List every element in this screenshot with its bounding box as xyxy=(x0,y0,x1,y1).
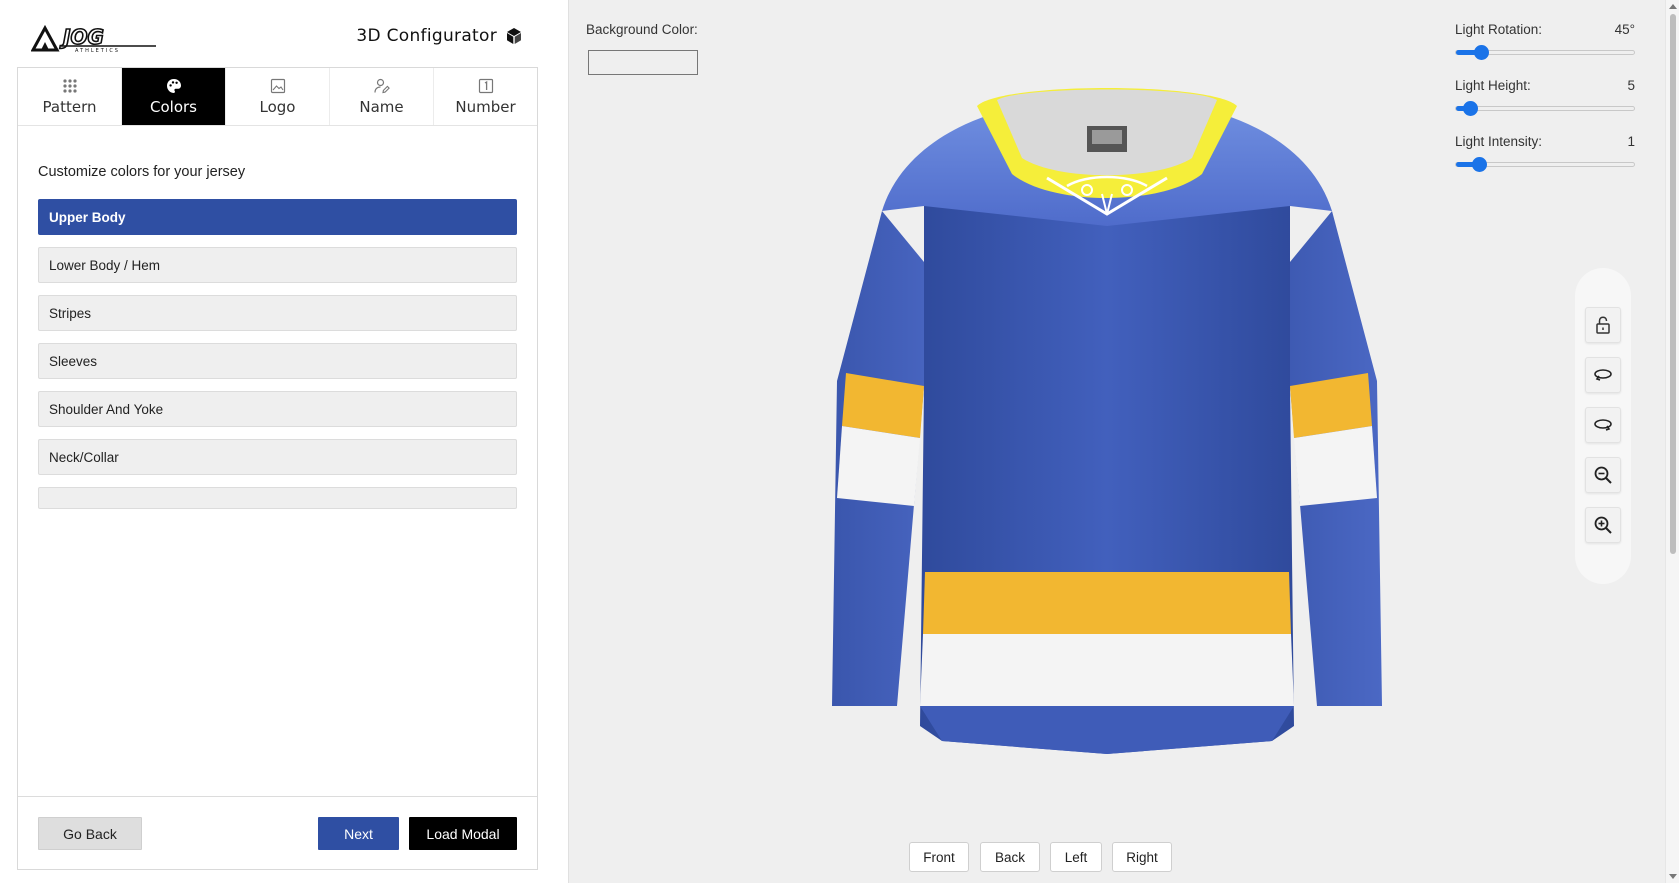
background-color-picker[interactable] xyxy=(588,50,698,75)
light-rotation-value: 45° xyxy=(1614,22,1635,37)
scroll-thumb[interactable] xyxy=(1670,14,1676,554)
jersey-3d-model[interactable] xyxy=(802,86,1412,826)
scroll-down-icon[interactable] xyxy=(1669,874,1677,879)
grid-dots-icon xyxy=(62,78,77,93)
left-panel: JOG ATHLETICS 3D Configurator Pattern Co… xyxy=(0,0,568,883)
zoom-out-button[interactable] xyxy=(1585,457,1621,493)
configurator-title: 3D Configurator xyxy=(356,26,523,46)
background-color-label: Background Color: xyxy=(586,22,698,37)
scroll-up-icon[interactable] xyxy=(1669,4,1677,9)
next-button[interactable]: Next xyxy=(318,817,399,850)
light-rotation-thumb[interactable] xyxy=(1473,45,1489,60)
light-height-thumb[interactable] xyxy=(1463,101,1479,116)
tab-colors-label: Colors xyxy=(150,97,197,116)
light-height-value: 5 xyxy=(1627,78,1635,93)
view-front-button[interactable]: Front xyxy=(909,842,969,872)
zoom-in-icon xyxy=(1594,516,1612,534)
tab-name[interactable]: Name xyxy=(330,68,434,125)
part-shoulder-and-yoke[interactable]: Shoulder And Yoke xyxy=(38,391,517,427)
jog-athletics-logo: JOG ATHLETICS xyxy=(31,24,156,54)
light-rotation-label: Light Rotation: xyxy=(1455,22,1543,37)
light-rotation-label-row: Light Rotation: 45° xyxy=(1455,22,1635,37)
light-height-label: Light Height: xyxy=(1455,78,1531,93)
colors-heading: Customize colors for your jersey xyxy=(38,164,246,180)
lock-toggle-button[interactable] xyxy=(1585,307,1621,343)
footer-divider xyxy=(18,796,537,797)
person-pen-icon xyxy=(373,78,390,93)
view-right-button[interactable]: Right xyxy=(1112,842,1172,872)
tab-colors[interactable]: Colors xyxy=(122,68,226,125)
light-intensity-slider[interactable] xyxy=(1455,157,1635,172)
zoom-out-icon xyxy=(1594,466,1612,484)
light-intensity-value: 1 xyxy=(1627,134,1635,149)
light-intensity-thumb[interactable] xyxy=(1472,157,1488,172)
light-intensity-label: Light Intensity: xyxy=(1455,134,1543,149)
customization-panel: Pattern Colors Logo Name Number Customiz… xyxy=(17,67,538,870)
light-intensity-label-row: Light Intensity: 1 xyxy=(1455,134,1635,149)
view-buttons: Front Back Left Right xyxy=(569,842,1666,872)
jersey-part-list: Upper Body Lower Body / Hem Stripes Slee… xyxy=(38,199,517,521)
tab-logo[interactable]: Logo xyxy=(226,68,330,125)
svg-text:ATHLETICS: ATHLETICS xyxy=(75,48,120,54)
light-rotation-slider[interactable] xyxy=(1455,45,1635,60)
part-upper-body[interactable]: Upper Body xyxy=(38,199,517,235)
cube-icon xyxy=(507,28,521,44)
tab-pattern[interactable]: Pattern xyxy=(18,68,122,125)
tab-pattern-label: Pattern xyxy=(42,97,97,116)
view-back-button[interactable]: Back xyxy=(980,842,1040,872)
light-height-label-row: Light Height: 5 xyxy=(1455,78,1635,93)
light-height-slider[interactable] xyxy=(1455,101,1635,116)
view-left-button[interactable]: Left xyxy=(1050,842,1102,872)
brand-row: JOG ATHLETICS 3D Configurator xyxy=(0,0,568,66)
unlock-icon xyxy=(1596,316,1610,334)
part-neck-collar[interactable]: Neck/Collar xyxy=(38,439,517,475)
tab-number-label: Number xyxy=(455,97,516,116)
palette-icon xyxy=(166,78,181,93)
light-intensity-control: Light Intensity: 1 xyxy=(1455,134,1635,172)
tab-name-label: Name xyxy=(359,97,404,116)
tab-logo-label: Logo xyxy=(259,97,296,116)
go-back-button[interactable]: Go Back xyxy=(38,817,142,850)
rotate-left-icon xyxy=(1594,369,1612,381)
light-rotation-control: Light Rotation: 45° xyxy=(1455,22,1635,60)
zoom-in-button[interactable] xyxy=(1585,507,1621,543)
load-modal-button[interactable]: Load Modal xyxy=(409,817,517,850)
rotate-left-button[interactable] xyxy=(1585,357,1621,393)
jersey-torso xyxy=(920,206,1294,754)
part-lower-body-hem[interactable]: Lower Body / Hem xyxy=(38,247,517,283)
number-box-icon xyxy=(478,78,493,93)
image-icon xyxy=(270,78,285,93)
3d-viewport[interactable]: Background Color: Light Rotation: 45° Li… xyxy=(568,0,1665,883)
light-height-control: Light Height: 5 xyxy=(1455,78,1635,116)
rotate-right-icon xyxy=(1594,419,1612,431)
configurator-title-text: 3D Configurator xyxy=(356,26,497,46)
part-stripes[interactable]: Stripes xyxy=(38,295,517,331)
rotate-right-button[interactable] xyxy=(1585,407,1621,443)
tab-bar: Pattern Colors Logo Name Number xyxy=(18,68,537,126)
tab-number[interactable]: Number xyxy=(434,68,537,125)
part-sleeves[interactable]: Sleeves xyxy=(38,343,517,379)
view-toolbar xyxy=(1575,268,1631,584)
page-scrollbar[interactable] xyxy=(1665,0,1679,883)
part-unlabeled[interactable] xyxy=(38,487,517,509)
configurator-app: JOG ATHLETICS 3D Configurator Pattern Co… xyxy=(0,0,1679,883)
